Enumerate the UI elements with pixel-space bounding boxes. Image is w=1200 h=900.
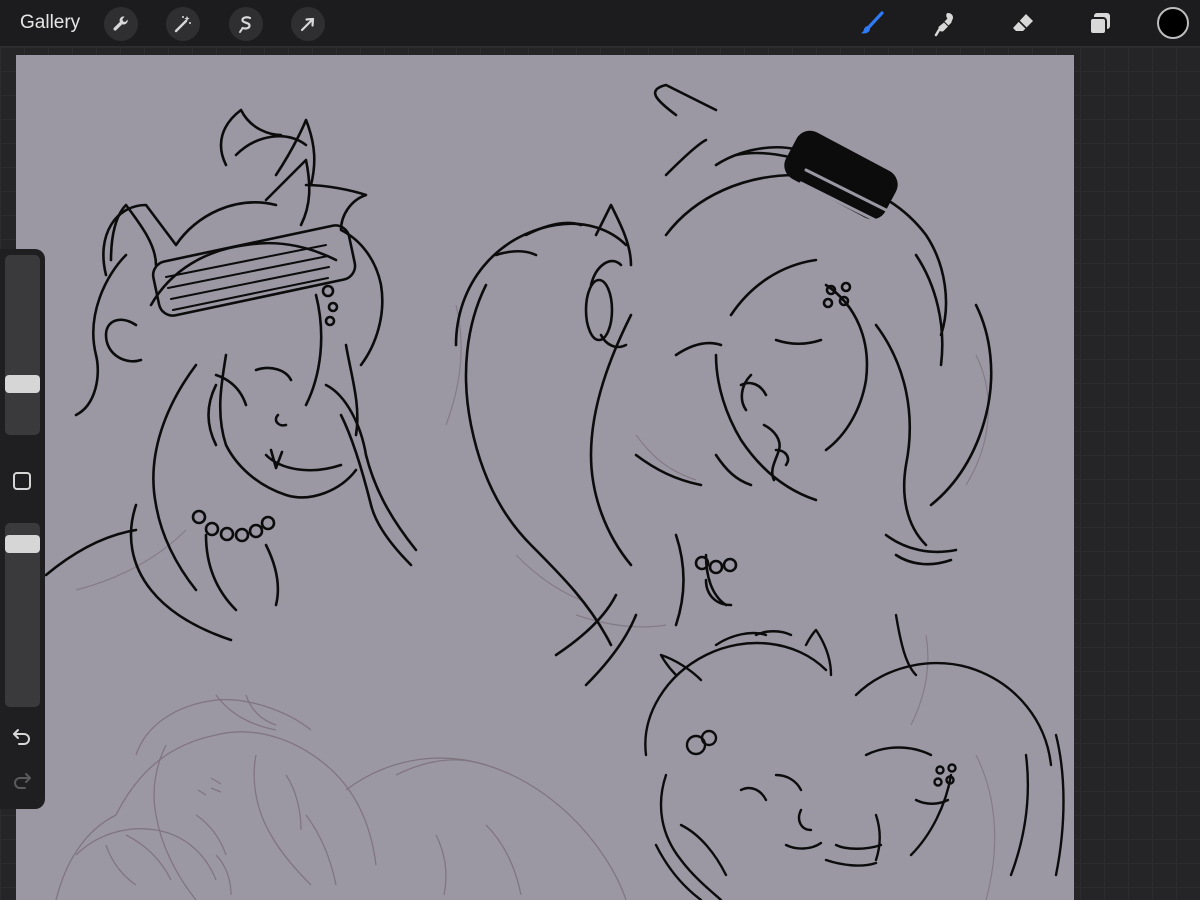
drawing-canvas[interactable] — [16, 55, 1074, 900]
selection-button[interactable] — [229, 7, 263, 41]
redo-icon — [14, 773, 31, 789]
layers-button[interactable] — [1082, 6, 1118, 42]
undo-button[interactable] — [10, 724, 34, 748]
top-toolbar: Gallery — [0, 0, 1200, 47]
actions-button[interactable] — [104, 7, 138, 41]
eraser-tool-button[interactable] — [1005, 6, 1041, 42]
undo-icon — [13, 729, 30, 745]
modify-square-icon[interactable] — [13, 472, 31, 490]
brush-icon — [861, 11, 884, 34]
gallery-button[interactable]: Gallery — [20, 11, 80, 35]
smudge-icon — [934, 13, 953, 37]
brush-size-slider[interactable] — [5, 255, 40, 435]
redo-button[interactable] — [10, 768, 34, 792]
color-swatch[interactable] — [1157, 7, 1189, 39]
smudge-tool-button[interactable] — [928, 6, 964, 42]
brush-size-thumb[interactable] — [5, 374, 40, 393]
opacity-thumb[interactable] — [5, 534, 40, 553]
brush-tool-button[interactable] — [854, 6, 890, 42]
eraser-icon — [1013, 14, 1033, 31]
adjustments-button[interactable] — [166, 7, 200, 41]
side-toolbar — [0, 249, 45, 809]
selection-icon — [239, 16, 252, 33]
opacity-slider[interactable] — [5, 523, 40, 707]
layers-icon — [1089, 13, 1110, 35]
magic-wand-icon — [174, 16, 191, 33]
sketch-artwork — [44, 83, 1065, 900]
transform-button[interactable] — [291, 7, 325, 41]
transform-arrow-icon — [300, 17, 315, 32]
wrench-icon — [113, 16, 128, 31]
